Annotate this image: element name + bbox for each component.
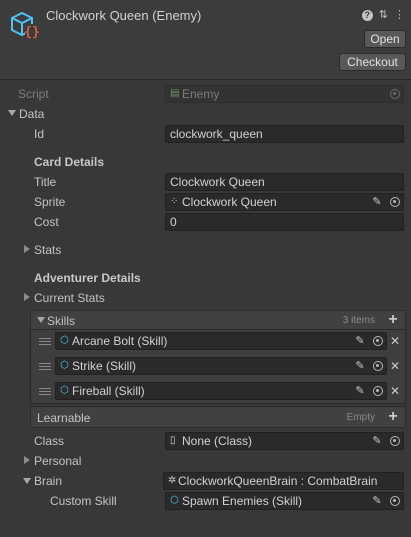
object-picker-icon[interactable] (390, 496, 400, 506)
data-foldout-arrow-icon[interactable] (8, 110, 16, 116)
card-details-heading: Card Details (34, 155, 105, 169)
custom-skill-field[interactable]: ⬡ Spawn Enemies (Skill) ✎ (165, 492, 404, 510)
personal-foldout-label[interactable]: Personal (34, 454, 81, 468)
id-label: Id (34, 127, 45, 141)
remove-skill-icon[interactable]: ✕ (389, 335, 401, 347)
object-picker-icon[interactable] (390, 436, 400, 446)
skills-list: ⬡ Arcane Bolt (Skill) ✎ ✕ ⬡ Strike (Skil… (30, 330, 406, 404)
pencil-icon[interactable]: ✎ (354, 335, 366, 347)
pencil-icon[interactable]: ✎ (354, 385, 366, 397)
object-picker-icon[interactable] (373, 386, 383, 396)
skills-count: 3 items (342, 315, 375, 326)
sprite-icon: ⁘ (170, 196, 179, 207)
managed-reference-icon: ✲ (168, 475, 177, 486)
object-picker-icon[interactable] (373, 336, 383, 346)
cost-input[interactable]: 0 (165, 213, 404, 231)
file-icon: ▯ (170, 435, 176, 446)
learnable-label[interactable]: Learnable (37, 411, 90, 425)
stats-foldout-label[interactable]: Stats (34, 243, 61, 257)
pencil-icon[interactable]: ✎ (371, 196, 383, 208)
add-skill-icon[interactable]: + (386, 312, 400, 328)
current-stats-foldout-arrow-icon[interactable] (24, 293, 30, 301)
skill-item-field[interactable]: ⬡ Strike (Skill) ✎ (55, 357, 387, 375)
brain-foldout-label[interactable]: Brain (34, 474, 62, 488)
inspector-title: Clockwork Queen (Enemy) (46, 8, 202, 23)
sprite-label: Sprite (34, 195, 66, 209)
object-picker-icon (390, 89, 400, 99)
add-learnable-icon[interactable]: + (386, 409, 400, 425)
object-picker-icon[interactable] (373, 361, 383, 371)
data-foldout-label[interactable]: Data (19, 107, 44, 121)
brain-field[interactable]: ✲ ClockworkQueenBrain : CombatBrain (163, 472, 404, 490)
checkout-button[interactable]: Checkout (339, 53, 406, 71)
skill-asset-icon: ⬡ (60, 385, 69, 396)
skill-asset-icon: ⬡ (60, 360, 69, 371)
pencil-icon[interactable]: ✎ (354, 360, 366, 372)
open-button[interactable]: Open (364, 30, 406, 48)
class-label: Class (34, 434, 65, 448)
pencil-icon[interactable]: ✎ (371, 495, 383, 507)
help-icon[interactable]: ? (361, 9, 373, 21)
sprite-field[interactable]: ⁘ Clockwork Queen ✎ (165, 193, 404, 211)
personal-foldout-arrow-icon[interactable] (24, 456, 30, 464)
class-field[interactable]: ▯ None (Class) ✎ (165, 432, 404, 450)
presets-icon[interactable]: ⇅ (379, 9, 388, 21)
skill-asset-icon: ⬡ (60, 335, 69, 346)
scriptable-object-icon: {} (11, 11, 40, 40)
learnable-list-header: Learnable Empty + (30, 406, 406, 428)
skills-list-header: Skills 3 items + (30, 310, 406, 330)
remove-skill-icon[interactable]: ✕ (389, 360, 401, 372)
drag-handle-icon[interactable] (39, 338, 51, 345)
custom-skill-label: Custom Skill (50, 494, 117, 508)
script-field: ▤ Enemy (165, 85, 404, 103)
brain-foldout-arrow-icon[interactable] (23, 478, 31, 484)
more-options-icon[interactable]: ⋮ (394, 9, 405, 21)
remove-skill-icon[interactable]: ✕ (389, 385, 401, 397)
title-label: Title (34, 175, 57, 189)
object-picker-icon[interactable] (390, 197, 400, 207)
script-file-icon: ▤ (170, 88, 180, 99)
learnable-status: Empty (346, 412, 375, 423)
drag-handle-icon[interactable] (39, 388, 51, 395)
pencil-icon[interactable]: ✎ (371, 435, 383, 447)
svg-text:{}: {} (24, 25, 40, 40)
skill-item-field[interactable]: ⬡ Fireball (Skill) ✎ (55, 382, 387, 400)
skills-foldout-label[interactable]: Skills (47, 314, 75, 328)
drag-handle-icon[interactable] (39, 363, 51, 370)
skill-asset-icon: ⬡ (170, 495, 179, 506)
skill-item-field[interactable]: ⬡ Arcane Bolt (Skill) ✎ (55, 332, 387, 350)
inspector-header: {} Clockwork Queen (Enemy) ? ⇅ ⋮ Open Ch… (0, 0, 411, 80)
adventurer-details-heading: Adventurer Details (34, 271, 141, 285)
current-stats-foldout-label[interactable]: Current Stats (34, 291, 105, 305)
id-input[interactable]: clockwork_queen (165, 125, 404, 143)
script-label: Script (18, 87, 49, 101)
cost-label: Cost (34, 215, 59, 229)
title-input[interactable]: Clockwork Queen (165, 173, 404, 191)
skills-foldout-arrow-icon[interactable] (37, 317, 45, 323)
stats-foldout-arrow-icon[interactable] (24, 245, 30, 253)
